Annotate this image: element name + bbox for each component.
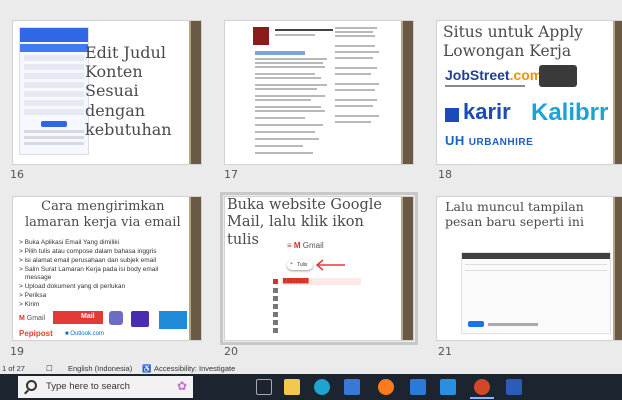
photos-icon[interactable] (440, 379, 456, 395)
firefox-icon[interactable] (378, 379, 394, 395)
spelling-icon[interactable]: ☐ (46, 364, 53, 373)
mail-icon[interactable] (410, 379, 426, 395)
compose-window (461, 252, 611, 334)
search-placeholder: Type here to search (46, 381, 130, 392)
slide-title: Cara mengirimkan lamaran kerja via email (25, 199, 181, 230)
word-icon[interactable] (506, 379, 522, 395)
aol-mail-logo (159, 311, 187, 329)
accessibility-indicator[interactable]: Accessibility: Investigate (154, 364, 235, 373)
slide-number: 16 (10, 168, 24, 181)
slide-thumbnail-16[interactable]: Edit Judul Konten Sesuai dengan kebutuha… (12, 20, 202, 165)
edge-icon[interactable] (314, 379, 330, 395)
slide-thumbnail-17[interactable] (224, 20, 414, 165)
store-icon[interactable] (344, 379, 360, 395)
task-view-icon[interactable] (256, 379, 272, 395)
slide-number: 21 (438, 345, 452, 358)
search-box[interactable]: Type here to search ✿ (18, 376, 193, 398)
slide-count: 1 of 27 (2, 364, 25, 373)
slide-thumbnail-19[interactable]: Cara mengirimkan lamaran kerja via email… (12, 196, 202, 341)
accessibility-icon[interactable]: ♿ (142, 364, 151, 373)
yahoo-mail-logo (131, 311, 149, 327)
slide-number: 19 (10, 345, 24, 358)
slide-thumbnail-18[interactable]: Situs untuk Apply Lowongan Kerja JobStre… (436, 20, 622, 165)
file-manager-icon[interactable] (284, 379, 300, 395)
slide-number: 20 (224, 345, 238, 358)
slide-number: 18 (438, 168, 452, 181)
slide-thumbnail-20[interactable]: Buka website Google Mail, lalu klik ikon… (220, 192, 418, 345)
slide-title: Situs untuk Apply Lowongan Kerja (443, 23, 583, 60)
urbanhire-logo: UH URBANHIRE (445, 133, 534, 148)
karir-logo: karir (445, 99, 511, 125)
kalibrr-logo: Kalibrr (531, 99, 609, 126)
protonmail-logo (109, 311, 123, 325)
start-button[interactable] (2, 381, 14, 393)
jobstreet-logo: JobStreet.com (445, 67, 543, 83)
compose-button: + Tulis (287, 260, 313, 270)
cv-photo (253, 27, 269, 45)
app-screenshot (19, 27, 89, 155)
phone-image (539, 65, 577, 87)
language-indicator[interactable]: English (Indonesia) (68, 364, 132, 373)
active-app-indicator (470, 397, 494, 399)
zoho-mail-logo: Mail (53, 311, 103, 324)
gmail-logo: M Gmail (19, 315, 46, 322)
search-icon (26, 380, 37, 391)
outlook-logo: ■ Outlook.com (65, 331, 104, 337)
slide-thumbnail-21[interactable]: Lalu muncul tampilan pesan baru seperti … (436, 196, 622, 341)
slide-title: Lalu muncul tampilan pesan baru seperti … (445, 199, 584, 229)
slide-title: Edit Judul Konten Sesuai dengan kebutuha… (85, 43, 172, 139)
pepipost-logo: Pepipost (19, 329, 53, 338)
butterfly-icon: ✿ (176, 379, 187, 393)
slide-number: 17 (224, 168, 238, 181)
arrow-icon (315, 259, 345, 271)
taskbar: Type here to search ✿ (0, 374, 622, 400)
status-bar: 1 of 27 ☐ English (Indonesia) ♿ Accessib… (0, 363, 622, 374)
powerpoint-icon[interactable] (474, 379, 490, 395)
gmail-logo: ≡ M Gmail (287, 241, 324, 250)
